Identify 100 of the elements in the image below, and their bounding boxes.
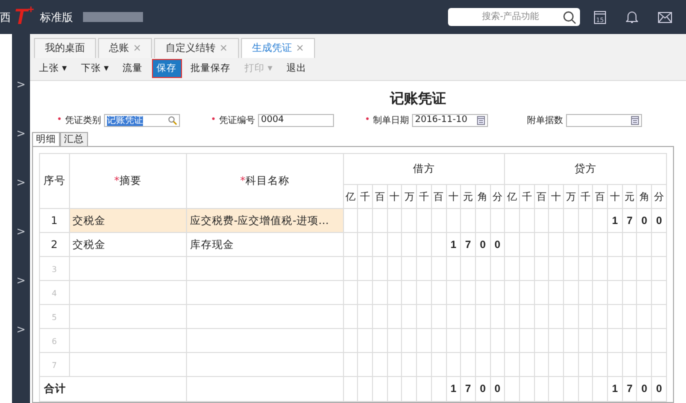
- expand-arrow[interactable]: >: [16, 274, 26, 287]
- amount-digit: 1: [612, 214, 618, 226]
- column-header: *摘要: [114, 175, 142, 187]
- table-cell[interactable]: [186, 352, 344, 376]
- column-header: 贷方: [574, 163, 597, 175]
- tab[interactable]: 汇总: [60, 132, 88, 146]
- row-number: 5: [52, 312, 57, 322]
- field-label: 凭证类别: [65, 114, 101, 127]
- toolbar-button[interactable]: 流量: [118, 59, 148, 78]
- unit-header: 亿: [346, 192, 356, 202]
- unit-header: 百: [536, 192, 546, 202]
- column-header: 借方: [412, 163, 435, 175]
- unit-header: 角: [639, 192, 650, 202]
- unit-header: 十: [610, 192, 620, 202]
- logo: T$^{+}$: [14, 4, 34, 30]
- unit-header: 分: [492, 192, 502, 202]
- unit-header: 角: [478, 192, 488, 202]
- tab[interactable]: 我的桌面: [34, 38, 96, 58]
- table-cell[interactable]: [69, 280, 186, 304]
- table-cell[interactable]: [69, 256, 186, 280]
- total-digit: 0: [480, 383, 486, 395]
- field-label: 凭证编号: [219, 114, 255, 127]
- total-digit: 1: [612, 383, 618, 395]
- input-field[interactable]: [566, 114, 642, 127]
- unit-header: 十: [390, 192, 400, 202]
- row-number: 1: [50, 214, 58, 226]
- mail-icon[interactable]: [658, 12, 672, 22]
- unit-header: 千: [360, 192, 370, 202]
- amount-digit: 7: [626, 214, 633, 226]
- unit-header: 万: [566, 192, 576, 202]
- input-field[interactable]: 2016-11-10: [412, 114, 488, 127]
- unit-header: 元: [463, 192, 474, 202]
- unit-header: 元: [624, 192, 635, 202]
- unit-header: 万: [404, 192, 414, 202]
- toolbar-button[interactable]: 保存: [152, 59, 182, 78]
- input-field[interactable]: 记账凭证: [104, 114, 180, 127]
- input-field[interactable]: 0004: [258, 114, 334, 127]
- amount-digit: 0: [494, 238, 500, 250]
- unit-header: 亿: [507, 192, 518, 202]
- unit-header: 分: [654, 192, 664, 202]
- toolbar-button[interactable]: 退出: [281, 59, 312, 78]
- unit-header: 十: [448, 192, 458, 202]
- required-marker: •: [210, 115, 216, 126]
- unit-header: 千: [522, 192, 532, 202]
- table-cell[interactable]: [69, 304, 186, 328]
- unit-header: 千: [418, 192, 429, 202]
- row-number: 7: [52, 360, 57, 370]
- table-cell[interactable]: [69, 352, 186, 376]
- table-cell[interactable]: [186, 304, 344, 328]
- row-number: 6: [52, 336, 57, 346]
- amount-digit: 0: [656, 214, 662, 226]
- toolbar-button[interactable]: 批量保存: [186, 59, 236, 78]
- total-digit: 0: [494, 383, 500, 395]
- unit-header: 百: [374, 192, 385, 202]
- row-number: 3: [52, 264, 57, 274]
- table-cell[interactable]: [69, 328, 186, 352]
- unit-header: 百: [434, 192, 444, 202]
- table-cell[interactable]: [186, 328, 344, 352]
- bell-icon[interactable]: [626, 10, 638, 24]
- unit-header: 百: [595, 192, 606, 202]
- table-cell[interactable]: 交税金: [69, 232, 186, 256]
- expand-arrow[interactable]: >: [16, 323, 26, 336]
- tab[interactable]: 明细: [32, 132, 60, 146]
- search-field[interactable]: 搜索-产品功能: [448, 8, 580, 26]
- table-cell[interactable]: 库存现金: [186, 232, 344, 256]
- expand-arrow[interactable]: >: [16, 225, 26, 238]
- amount-digit: 7: [465, 238, 471, 250]
- table-cell[interactable]: 应交税费-应交增值税-进项…: [186, 208, 344, 232]
- tab[interactable]: 自定义结转 ×: [154, 38, 239, 58]
- amount-digit: 1: [450, 238, 456, 250]
- table-cell[interactable]: 交税金: [69, 208, 186, 232]
- total-digit: 7: [465, 383, 471, 395]
- expand-arrow[interactable]: >: [16, 127, 26, 140]
- total-digit: 0: [656, 383, 662, 395]
- toolbar-button[interactable]: 上张 ▾: [34, 59, 72, 78]
- table-cell[interactable]: [186, 280, 344, 304]
- table-cell[interactable]: [186, 256, 344, 280]
- expand-arrow[interactable]: >: [16, 176, 26, 189]
- total-digit: 7: [626, 383, 633, 395]
- row-number: 4: [52, 288, 57, 298]
- column-header: *科目名称: [240, 175, 290, 187]
- search-icon[interactable]: [563, 10, 576, 24]
- calendar-icon[interactable]: [477, 116, 485, 125]
- field-label: 制单日期: [373, 114, 409, 127]
- total-label: 合计: [44, 383, 66, 395]
- voucher-title: 记账凭证: [390, 90, 446, 108]
- amount-digit: 0: [480, 238, 486, 250]
- amount-digit: 0: [641, 214, 648, 226]
- edition-label: 标准版: [40, 10, 73, 24]
- tab[interactable]: 生成凭证 ×: [240, 38, 316, 58]
- total-digit: 0: [641, 383, 648, 395]
- tab[interactable]: 总账 ×: [98, 38, 152, 58]
- expand-arrow[interactable]: >: [16, 78, 26, 91]
- redacted-block: [82, 12, 143, 22]
- toolbar-button[interactable]: 下张 ▾: [76, 59, 114, 78]
- row-number: 2: [50, 238, 58, 250]
- column-header: 序号: [43, 175, 66, 187]
- unit-header: 千: [580, 192, 591, 202]
- required-marker: •: [364, 115, 370, 126]
- calendar-icon[interactable]: [631, 116, 639, 125]
